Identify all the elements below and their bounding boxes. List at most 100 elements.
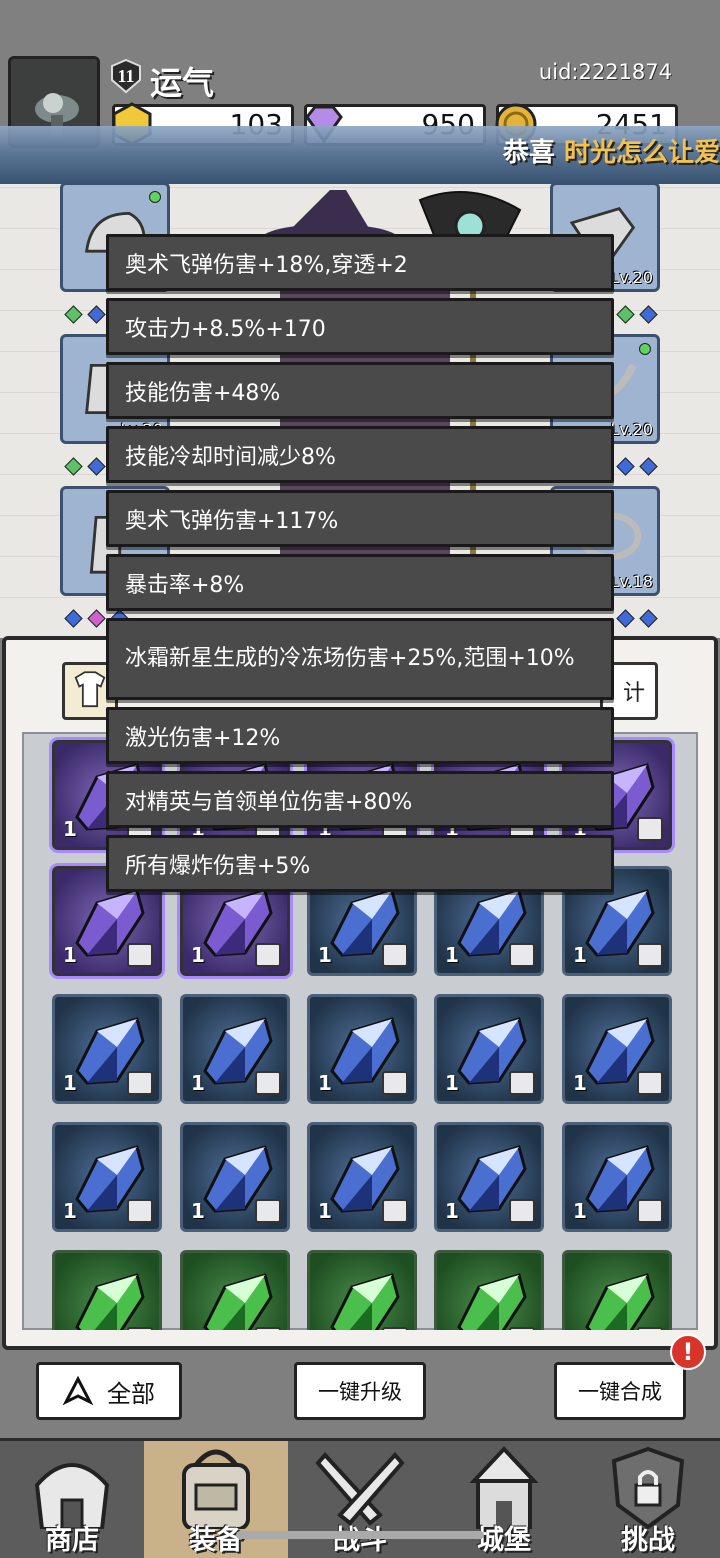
item-quantity: 1 — [191, 1071, 205, 1095]
alert-badge: ! — [670, 1334, 706, 1370]
item-slot-type-icon — [255, 1071, 281, 1095]
nav-shop[interactable]: 商店 — [0, 1441, 144, 1558]
item-quantity: 1 — [318, 1199, 332, 1223]
inventory-item[interactable]: 1 — [562, 1122, 672, 1232]
crossed-swords-icon — [315, 1452, 405, 1526]
item-quantity: 1 — [318, 943, 332, 967]
stat-row: 冰霜新星生成的冷冻场伤害+25%,范围+10% — [106, 618, 614, 700]
stat-text: 暴击率+8% — [125, 572, 245, 598]
slot-level: Lv.20 — [610, 420, 653, 439]
inventory-item[interactable]: 1 — [307, 1250, 417, 1330]
inventory-item[interactable]: 1 — [52, 994, 162, 1104]
item-quantity: 1 — [318, 1071, 332, 1095]
item-slot-type-icon — [637, 817, 663, 841]
item-quantity: 1 — [63, 817, 77, 841]
item-quantity: 1 — [191, 1199, 205, 1223]
stat-row: 奥术飞弹伤害+117% — [106, 490, 614, 547]
castle-icon — [469, 1446, 539, 1529]
nav-battle[interactable]: 战斗 — [288, 1441, 432, 1558]
stat-row: 奥术飞弹伤害+18%,穿透+2 — [106, 234, 614, 291]
stat-text: 攻击力+8.5%+170 — [125, 316, 326, 342]
item-quantity: 1 — [573, 1071, 587, 1095]
inventory-item[interactable]: 1 — [180, 994, 290, 1104]
filter-all-label: 全部 — [107, 1379, 155, 1408]
new-dot — [149, 191, 161, 203]
home-indicator[interactable] — [236, 1531, 484, 1539]
announcement-prefix: 恭喜 — [502, 138, 564, 168]
inventory-item[interactable]: 1 — [52, 1122, 162, 1232]
item-slot-type-icon — [509, 1071, 535, 1095]
stat-text: 冰霜新星生成的冷冻场伤害+25%,范围+10% — [125, 646, 575, 671]
stat-text: 奥术飞弹伤害+18%,穿透+2 — [125, 252, 408, 278]
slot-gems — [62, 457, 108, 476]
stats-tooltip: 奥术飞弹伤害+18%,穿透+2 攻击力+8.5%+170 技能伤害+48% 技能冷却时… — [106, 234, 614, 899]
stat-text: 所有爆炸伤害+5% — [125, 853, 311, 879]
inventory-item[interactable]: 1 — [180, 1122, 290, 1232]
upgrade-all-button[interactable]: 一键升级 — [294, 1362, 426, 1420]
item-quantity: 1 — [191, 943, 205, 967]
merge-all-button[interactable]: 一键合成 — [554, 1362, 686, 1420]
inventory-item[interactable]: 1 — [562, 1250, 672, 1330]
stat-row: 技能伤害+48% — [106, 362, 614, 419]
item-slot-type-icon — [127, 1199, 153, 1223]
item-slot-type-icon — [255, 943, 281, 967]
upgrade-all-label: 一键升级 — [318, 1380, 402, 1404]
filter-all-button[interactable]: 全部 — [36, 1362, 182, 1420]
stat-row: 激光伤害+12% — [106, 707, 614, 764]
player-uid: uid:2221874 — [538, 60, 672, 84]
stat-row: 对精英与首领单位伤害+80% — [106, 771, 614, 828]
item-slot-type-icon — [382, 1071, 408, 1095]
announcement-message: 时光怎么让爱 — [563, 138, 720, 168]
slot-level: Lv.18 — [610, 572, 653, 591]
inventory-item[interactable]: 1 — [562, 994, 672, 1104]
item-slot-type-icon — [637, 1199, 663, 1223]
item-slot-type-icon — [509, 943, 535, 967]
stat-text: 对精英与首领单位伤害+80% — [125, 789, 413, 815]
stat-text: 技能冷却时间减少8% — [125, 444, 336, 470]
merge-all-label: 一键合成 — [578, 1380, 662, 1404]
player-level: 11 — [117, 66, 135, 86]
locked-shield-icon — [611, 1446, 685, 1529]
slot-gems — [62, 305, 108, 324]
inventory-item[interactable]: 1 — [307, 1122, 417, 1232]
slot-level: Lv.20 — [610, 268, 653, 287]
stats-button-label: 计 — [622, 681, 645, 706]
item-quantity: 1 — [63, 1199, 77, 1223]
item-slot-type-icon — [509, 1199, 535, 1223]
inventory-item[interactable]: 1 — [434, 994, 544, 1104]
bottom-navigation: 商店 装备 战斗 城堡 挑战 — [0, 1438, 720, 1558]
item-slot-type-icon — [637, 1071, 663, 1095]
item-quantity: 1 — [573, 943, 587, 967]
item-quantity: 1 — [63, 943, 77, 967]
item-quantity: 1 — [63, 1071, 77, 1095]
nav-castle[interactable]: 城堡 — [432, 1441, 576, 1558]
slot-gems — [614, 457, 660, 476]
stat-text: 奥术飞弹伤害+117% — [125, 508, 339, 534]
item-quantity: 1 — [445, 943, 459, 967]
stat-row: 暴击率+8% — [106, 554, 614, 611]
inventory-item[interactable]: 1 — [307, 994, 417, 1104]
inventory-item[interactable]: 1 — [434, 1122, 544, 1232]
nav-equipment[interactable]: 装备 — [144, 1441, 288, 1558]
item-slot-type-icon — [127, 1071, 153, 1095]
nav-label: 挑战 — [621, 1525, 675, 1556]
backpack-icon — [182, 1449, 250, 1529]
stat-text: 激光伤害+12% — [125, 725, 281, 751]
item-slot-type-icon — [382, 943, 408, 967]
item-quantity: 1 — [573, 1199, 587, 1223]
new-dot — [639, 343, 651, 355]
inventory-item[interactable]: 1 — [434, 1250, 544, 1330]
item-quantity: 1 — [445, 1199, 459, 1223]
slot-gems — [614, 609, 660, 628]
item-slot-type-icon — [127, 943, 153, 967]
item-slot-type-icon — [382, 1199, 408, 1223]
inventory-item[interactable]: 1 — [180, 1250, 290, 1330]
nav-challenge[interactable]: 挑战 — [576, 1441, 720, 1558]
stat-text: 技能伤害+48% — [125, 380, 281, 406]
item-slot-type-icon — [637, 943, 663, 967]
stat-row: 技能冷却时间减少8% — [106, 426, 614, 483]
player-name: 运气 — [150, 64, 215, 102]
announcement-text: 恭喜 时光怎么让爱 — [503, 132, 720, 169]
inventory-item[interactable]: 1 — [52, 1250, 162, 1330]
nav-label: 商店 — [45, 1525, 99, 1556]
